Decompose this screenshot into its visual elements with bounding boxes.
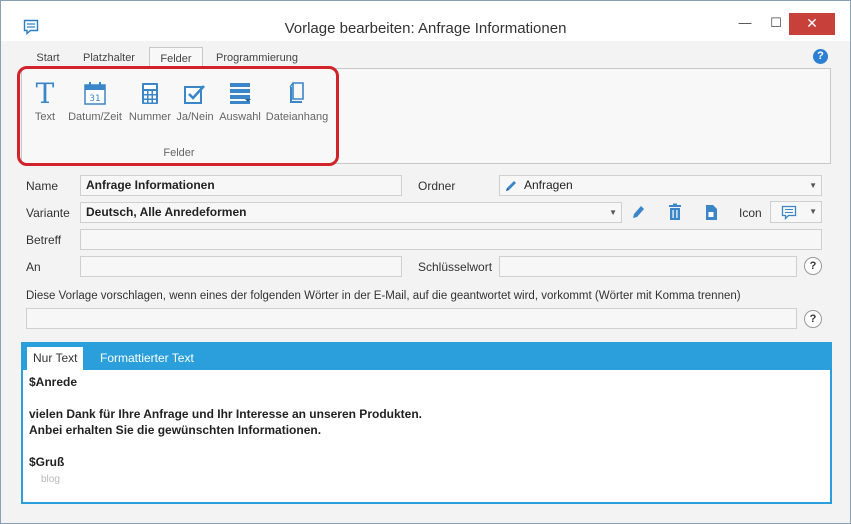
new-variant-button[interactable] — [696, 201, 726, 223]
keyword-label: Schlüsselwort — [418, 260, 493, 274]
icon-label: Icon — [739, 206, 762, 220]
keyword-input[interactable] — [499, 256, 797, 277]
pencil-icon — [506, 181, 516, 191]
suggest-input[interactable] — [26, 308, 797, 329]
new-document-icon — [706, 205, 717, 220]
suggest-help-button[interactable]: ? — [804, 310, 822, 328]
variant-select[interactable]: Deutsch, Alle Anredeformen ▼ — [80, 202, 622, 223]
trash-icon — [669, 203, 681, 220]
chevron-down-icon: ▼ — [609, 208, 617, 217]
editor-line: $Anrede — [29, 375, 78, 389]
highlight-frame — [17, 66, 339, 166]
tab-formattierter-text[interactable]: Formattierter Text — [94, 347, 200, 370]
maximize-button[interactable]: ☐ — [762, 13, 790, 35]
editor-window: Vorlage bearbeiten: Anfrage Informatione… — [0, 0, 851, 524]
minimize-button[interactable]: — — [731, 13, 759, 35]
subject-input[interactable] — [80, 229, 822, 250]
title-bar: Vorlage bearbeiten: Anfrage Informatione… — [1, 1, 850, 41]
folder-select[interactable]: Anfragen ▼ — [499, 175, 822, 196]
tab-nur-text[interactable]: Nur Text — [27, 347, 84, 370]
keyword-help-button[interactable]: ? — [804, 257, 822, 275]
variant-value: Deutsch, Alle Anredeformen — [86, 205, 247, 219]
edit-variant-button[interactable] — [623, 201, 653, 223]
editor-line: vielen Dank für Ihre Anfrage und Ihr Int… — [29, 407, 422, 421]
window-title: Vorlage bearbeiten: Anfrage Informatione… — [284, 20, 567, 37]
icon-select[interactable]: ▼ — [770, 201, 822, 223]
editor-tabbar: Nur Text Formattierter Text — [21, 342, 832, 370]
name-input[interactable]: Anfrage Informationen — [80, 175, 402, 196]
editor-line: Anbei erhalten Sie die gewünschten Infor… — [29, 423, 322, 437]
watermark-text: blog — [41, 474, 60, 485]
subject-label: Betreff — [26, 233, 62, 247]
suggest-label: Diese Vorlage vorschlagen, wenn eines de… — [26, 290, 741, 302]
pencil-icon — [633, 206, 644, 218]
chevron-down-icon: ▼ — [809, 181, 817, 190]
delete-variant-button[interactable] — [660, 201, 690, 223]
name-label: Name — [26, 179, 59, 193]
editor-line: $Gruß — [29, 455, 65, 469]
help-icon[interactable]: ? — [813, 49, 828, 64]
chevron-down-icon: ▼ — [809, 207, 817, 216]
close-button[interactable]: ✕ — [789, 13, 835, 35]
folder-value: Anfragen — [524, 178, 573, 192]
template-text-editor[interactable]: $Anrede vielen Dank für Ihre Anfrage und… — [21, 370, 832, 504]
variant-label: Variante — [26, 206, 70, 220]
to-label: An — [26, 260, 41, 274]
speech-bubble-icon — [781, 205, 797, 220]
to-input[interactable] — [80, 256, 402, 277]
folder-label: Ordner — [418, 179, 456, 193]
